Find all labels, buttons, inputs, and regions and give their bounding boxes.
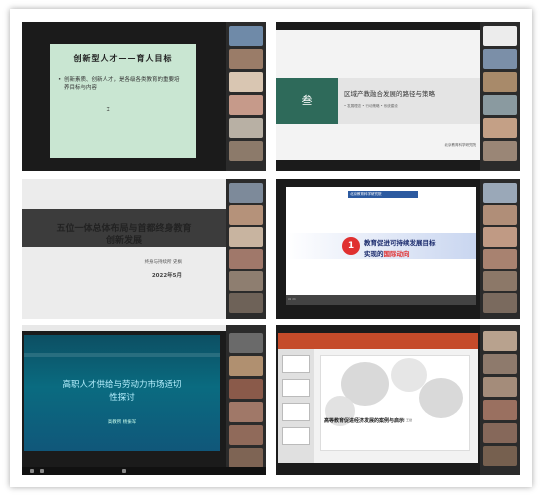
slide-author: 高教所 王健 xyxy=(396,418,412,422)
slide-title-line: 五位一体总体布局与首都终身教育 xyxy=(56,224,192,234)
participant-tile[interactable] xyxy=(229,448,263,468)
participant-tile[interactable] xyxy=(483,377,517,397)
slide-stripe xyxy=(24,353,220,357)
participant-tile[interactable] xyxy=(229,293,263,313)
shared-slide: 北京教育科学研究院 1 教育促进可持续发展目标 实现的国际动向 ▭ ▭ xyxy=(286,187,476,305)
shared-slide: 五位一体总体布局与首都终身教育 创新发展 终身与持续所 史枫 2022年5月 xyxy=(22,179,226,319)
meeting-screenshot-5: 高职人才供给与劳动力市场适切 性探讨 高教所 杨振军 xyxy=(22,325,266,475)
slide-heading-highlight: 国际动向 xyxy=(383,250,410,258)
slide-presenter: 高教所 杨振军 xyxy=(107,420,137,425)
participant-tile[interactable] xyxy=(483,205,517,225)
decorative-blob xyxy=(419,378,463,418)
participant-tile[interactable] xyxy=(229,26,263,46)
participant-tile[interactable] xyxy=(229,379,263,399)
cursor-icon: 𝙸 xyxy=(106,106,111,113)
slide-thumbnail[interactable] xyxy=(282,427,310,445)
participant-tile[interactable] xyxy=(483,293,517,313)
slide-title-line: 创新发展 xyxy=(105,236,142,246)
mic-icon[interactable] xyxy=(30,469,34,473)
slide-bullet: 创新素质、创新人才，是各级各类教育的重要培养目标与内容 xyxy=(58,76,184,92)
participant-tile[interactable] xyxy=(483,400,517,420)
participant-tile[interactable] xyxy=(229,49,263,69)
participant-tile[interactable] xyxy=(229,249,263,269)
slide-title-line: 高职人才供给与劳动力市场适切 xyxy=(62,380,182,390)
participant-tile[interactable] xyxy=(483,354,517,374)
institute-logo-text: 北京教育科学研究院 xyxy=(350,192,382,196)
participant-tile[interactable] xyxy=(229,356,263,376)
slide-presenter: 终身与持续所 史枫 xyxy=(144,260,182,265)
slide-heading-prefix: 实现的 xyxy=(364,250,384,258)
participant-tile[interactable] xyxy=(229,333,263,353)
participant-tile[interactable] xyxy=(483,331,517,351)
slide-heading: 教育促进可持续发展目标 xyxy=(364,239,436,247)
participant-tile[interactable] xyxy=(229,227,263,247)
participant-tile[interactable] xyxy=(483,95,517,115)
slide-subtitle: • 发展理念 • 行动策略 • 系统建设 xyxy=(344,104,398,108)
participant-tile[interactable] xyxy=(229,425,263,445)
app-ribbon[interactable] xyxy=(278,333,478,349)
meeting-screenshot-6: 高等教育促进经济发展的案例与启示 高教所 王健 xyxy=(276,325,520,475)
slide-footer: 北京教育科学研究院 xyxy=(444,143,477,147)
taskbar: ▭ ▭ xyxy=(286,295,476,305)
participant-tile[interactable] xyxy=(483,183,517,203)
participant-tile[interactable] xyxy=(483,26,517,46)
shared-slide: 创新型人才——育人目标 创新素质、创新人才，是各级各类教育的重要培养目标与内容 … xyxy=(50,44,196,158)
participant-tile[interactable] xyxy=(483,49,517,69)
slide-title-line: 性探讨 xyxy=(109,393,135,403)
taskbar-icon[interactable]: ▭ ▭ xyxy=(288,297,296,301)
participant-tile[interactable] xyxy=(229,205,263,225)
participant-tile[interactable] xyxy=(483,271,517,291)
meeting-screenshot-3: 五位一体总体布局与首都终身教育 创新发展 终身与持续所 史枫 2022年5月 xyxy=(22,179,266,319)
meeting-toolbar xyxy=(22,467,266,475)
participant-tile[interactable] xyxy=(229,141,263,161)
slide-caption: 高等教育促进经济发展的案例与启示 xyxy=(324,418,405,424)
participant-tile[interactable] xyxy=(229,95,263,115)
meeting-screenshot-1: 创新型人才——育人目标 创新素质、创新人才，是各级各类教育的重要培养目标与内容 … xyxy=(22,22,266,171)
participant-tile[interactable] xyxy=(483,141,517,161)
participant-tile[interactable] xyxy=(229,183,263,203)
slide-heading: 实现的国际动向 xyxy=(364,248,410,258)
slide-thumbnail[interactable] xyxy=(282,379,310,397)
camera-icon[interactable] xyxy=(40,469,44,473)
participant-list[interactable] xyxy=(480,22,520,171)
shared-slide: 高职人才供给与劳动力市场适切 性探讨 高教所 杨振军 xyxy=(24,335,220,451)
participant-tile[interactable] xyxy=(229,118,263,138)
slide-title: 高职人才供给与劳动力市场适切 性探讨 xyxy=(30,379,214,405)
slide-thumbnail[interactable] xyxy=(282,355,310,373)
slide-thumbnails[interactable] xyxy=(278,349,314,463)
meeting-screenshot-2: 叁 区域产教融合发展的路径与策略 • 发展理念 • 行动策略 • 系统建设 北京… xyxy=(276,22,520,171)
slide-date: 2022年5月 xyxy=(151,273,182,279)
participant-tile[interactable] xyxy=(483,118,517,138)
participant-list[interactable] xyxy=(226,325,266,475)
participant-tile[interactable] xyxy=(483,227,517,247)
participant-list[interactable] xyxy=(226,22,266,171)
participant-list[interactable] xyxy=(480,325,520,475)
share-icon[interactable] xyxy=(122,469,126,473)
participant-tile[interactable] xyxy=(483,249,517,269)
participant-tile[interactable] xyxy=(483,423,517,443)
slide-title: 区域产教融合发展的路径与策略 xyxy=(344,90,435,98)
slide-canvas xyxy=(320,355,470,451)
participant-tile[interactable] xyxy=(483,72,517,92)
shared-slide: 叁 区域产教融合发展的路径与策略 • 发展理念 • 行动策略 • 系统建设 北京… xyxy=(276,30,480,160)
slide-thumbnail[interactable] xyxy=(282,403,310,421)
participant-tile[interactable] xyxy=(229,402,263,422)
slide-title: 创新型人才——育人目标 xyxy=(73,53,173,63)
participant-list[interactable] xyxy=(480,179,520,319)
section-number: 1 xyxy=(342,237,360,255)
slide-title: 五位一体总体布局与首都终身教育 创新发展 xyxy=(22,223,226,247)
shared-slide: 高等教育促进经济发展的案例与启示 高教所 王健 xyxy=(278,333,478,463)
participant-tile[interactable] xyxy=(229,271,263,291)
participant-tile[interactable] xyxy=(229,72,263,92)
participant-tile[interactable] xyxy=(483,446,517,466)
meeting-screenshot-4: 北京教育科学研究院 1 教育促进可持续发展目标 实现的国际动向 ▭ ▭ xyxy=(276,179,520,319)
participant-list[interactable] xyxy=(226,179,266,319)
section-number: 叁 xyxy=(276,78,338,124)
